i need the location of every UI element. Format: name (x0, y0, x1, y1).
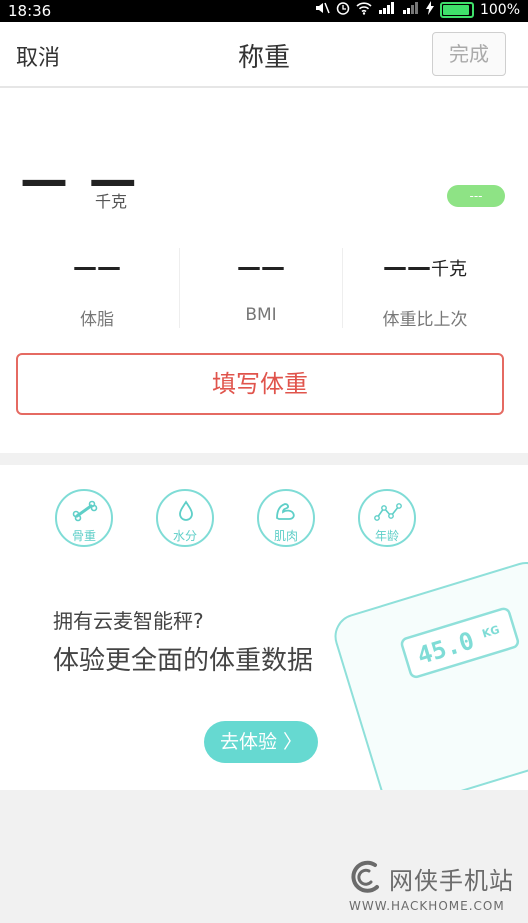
stat-weight-change: ——千克 体重比上次 (345, 253, 505, 330)
signal-icon (378, 2, 396, 18)
feature-water: 水分 (156, 489, 214, 547)
water-drop-icon (179, 500, 193, 521)
feature-age: 年龄 (358, 489, 416, 547)
wifi-icon (356, 1, 372, 19)
age-curve-icon (374, 503, 402, 521)
weight-card: — — 千克 --- —— 体脂 —— BMI ——千克 体重比上次 填写体重 (0, 88, 528, 453)
weight-unit: 千克 (95, 192, 128, 211)
stat-label: 体重比上次 (382, 310, 468, 330)
feature-muscle: 肌肉 (257, 489, 315, 547)
feature-label: 年龄 (374, 529, 399, 543)
hackhome-logo-icon (351, 860, 379, 893)
mute-icon (314, 1, 330, 19)
divider (179, 248, 180, 328)
alarm-icon (336, 1, 350, 19)
signal-icon (402, 2, 420, 18)
stat-label: 体脂 (80, 310, 114, 330)
watermark-name: 网侠手机站 (389, 867, 514, 895)
status-icons: 100% (314, 1, 520, 19)
feature-label: 骨重 (71, 529, 96, 543)
done-button[interactable]: 完成 (432, 32, 506, 76)
charging-icon (425, 1, 434, 19)
muscle-icon (276, 503, 295, 520)
feature-label: 水分 (172, 529, 197, 543)
stat-value: —— (73, 253, 121, 281)
status-bar: 18:36 100% (0, 0, 528, 22)
cancel-button[interactable]: 取消 (16, 40, 60, 72)
smart-scale-illustration: 45.0 KG (334, 562, 528, 790)
watermark-url: WWW.HACKHOME.COM (349, 899, 505, 913)
battery-percent: 100% (479, 2, 520, 18)
stat-value: ——千克 (383, 253, 467, 281)
stat-value: —— (237, 253, 285, 281)
divider (342, 248, 343, 328)
feature-label: 肌肉 (273, 529, 298, 543)
site-watermark: 网侠手机站 WWW.HACKHOME.COM (345, 855, 525, 919)
enter-weight-button[interactable]: 填写体重 (16, 353, 504, 415)
stat-label: BMI (245, 305, 277, 325)
feature-bone: 骨重 (55, 489, 113, 547)
battery-icon (439, 2, 474, 18)
promo-question: 拥有云麦智能秤? (53, 609, 204, 633)
header-bar: 取消 称重 完成 (0, 22, 528, 88)
bone-icon (72, 500, 98, 522)
promo-headline: 体验更全面的体重数据 (53, 646, 314, 676)
try-it-button[interactable]: 去体验 〉 (204, 721, 318, 763)
status-badge: --- (447, 185, 505, 207)
status-time: 18:36 (8, 2, 52, 20)
stat-body-fat: —— 体脂 (17, 253, 177, 330)
stat-bmi: —— BMI (181, 253, 341, 325)
smart-scale-promo: 骨重 水分 肌肉 年龄 45.0 KG 拥有云麦智能秤? 体验更全面的体重数据 … (0, 465, 528, 790)
